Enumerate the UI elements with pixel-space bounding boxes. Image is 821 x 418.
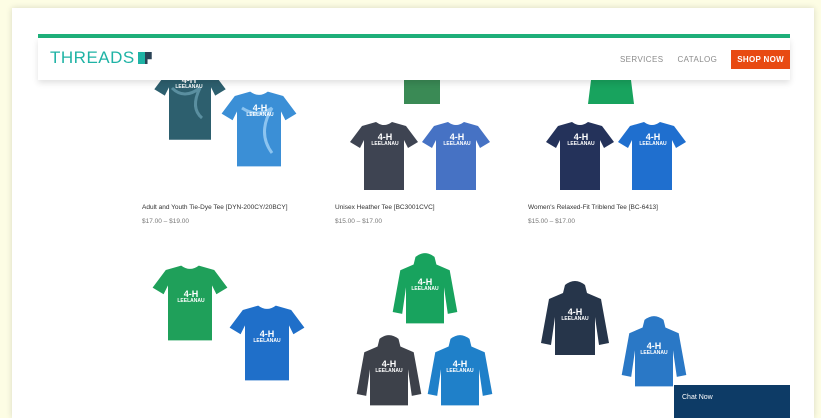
main-nav: SERVICES CATALOG SHOP NOW: [620, 50, 790, 69]
logo-text: THREADS: [50, 48, 135, 67]
spool-icon: [137, 52, 152, 64]
nav-catalog[interactable]: CATALOG: [677, 55, 717, 64]
print-logo: 4-H LEELANAU: [639, 132, 667, 147]
product-image-hoodies[interactable]: [356, 253, 493, 406]
product-image-youth-hoodies[interactable]: [541, 281, 687, 387]
print-logo: 4-H LEELANAU: [567, 132, 595, 147]
print-logo: 4-H LEELANAU: [446, 359, 474, 374]
print-logo: 4-H LEELANAU: [640, 341, 668, 356]
print-logo: 4-H LEELANAU: [177, 289, 205, 304]
product-price: $15.00 – $17.00: [335, 218, 382, 225]
site-header: THREADS SERVICES CATALOG SHOP NOW: [38, 38, 790, 80]
print-logo: 4-H LEELANAU: [253, 329, 281, 344]
product-price: $17.00 – $19.00: [142, 218, 189, 225]
nav-services[interactable]: SERVICES: [620, 55, 664, 64]
product-title[interactable]: Unisex Heather Tee [BC3001CVC]: [335, 204, 435, 211]
product-title[interactable]: Adult and Youth Tie-Dye Tee [DYN-200CY/2…: [142, 204, 288, 211]
product-title[interactable]: Women's Relaxed-Fit Triblend Tee [BC-641…: [528, 204, 658, 211]
print-logo: 4-H LEELANAU: [561, 307, 589, 322]
print-logo: 4-H LEELANAU: [411, 277, 439, 292]
product-image-triblend[interactable]: [546, 72, 686, 190]
browser-viewport: THREADS SERVICES CATALOG SHOP NOW 4-H LE…: [12, 8, 814, 418]
print-logo: 4-H LEELANAU: [375, 359, 403, 374]
shop-now-button[interactable]: SHOP NOW: [731, 50, 790, 69]
chat-now-widget[interactable]: Chat Now: [674, 385, 790, 418]
print-logo: 4-H LEELANAU: [443, 132, 471, 147]
product-image-kelly-tees[interactable]: [152, 265, 305, 381]
product-image-heather[interactable]: [350, 72, 490, 190]
print-logo: 4-H LEELANAU: [246, 103, 274, 118]
site-logo[interactable]: THREADS: [50, 48, 152, 68]
product-price: $15.00 – $17.00: [528, 218, 575, 225]
print-logo: 4-H LEELANAU: [371, 132, 399, 147]
